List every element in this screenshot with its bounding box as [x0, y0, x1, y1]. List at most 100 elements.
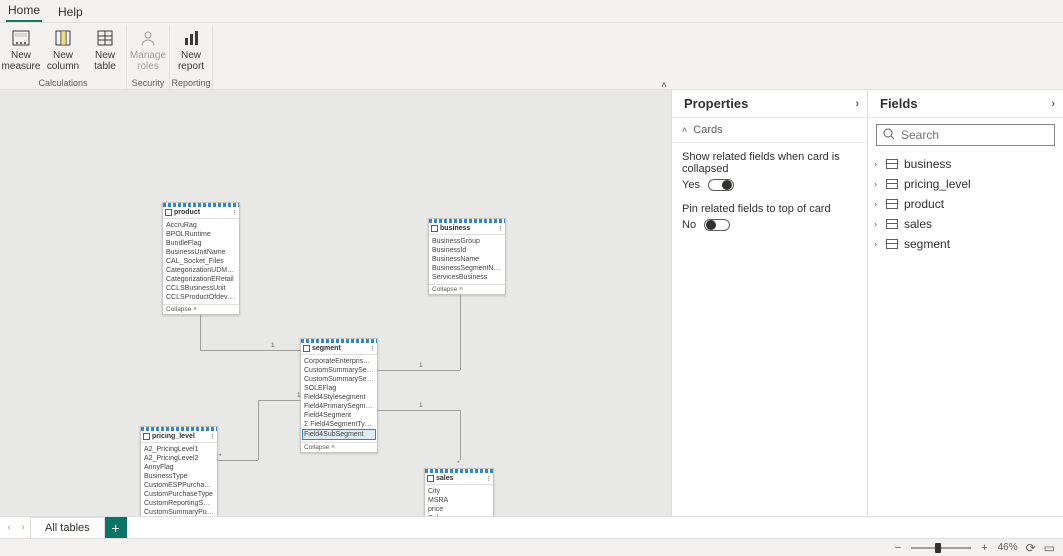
fields-title: Fields: [880, 96, 918, 111]
field-item[interactable]: Field4Stylesegment: [304, 393, 374, 402]
relationship-line[interactable]: [200, 350, 300, 351]
page-nav-next[interactable]: ›: [16, 518, 30, 538]
field-item[interactable]: BusinessUnitName: [166, 248, 236, 257]
page-nav-prev[interactable]: ‹: [2, 518, 16, 538]
field-item[interactable]: BusinessGroup: [432, 237, 502, 246]
relationship-line[interactable]: [258, 400, 259, 460]
field-item[interactable]: AccruRag: [166, 221, 236, 230]
field-item[interactable]: BundleFlag: [166, 239, 236, 248]
field-item[interactable]: Field4PrimarySegment: [304, 402, 374, 411]
card-menu-icon[interactable]: ⁝: [498, 224, 503, 233]
field-item[interactable]: City: [428, 487, 490, 496]
field-item[interactable]: Field4Segment: [304, 411, 374, 420]
card-title: business: [440, 225, 498, 232]
fields-table-item[interactable]: › pricing_level: [868, 174, 1063, 194]
zoom-out-button[interactable]: −: [893, 542, 903, 554]
field-item[interactable]: Field4SegmentTypeId: [304, 420, 374, 429]
field-item[interactable]: CategorizationERetail: [166, 275, 236, 284]
chevron-right-icon: ›: [874, 199, 882, 209]
relationship-line[interactable]: [378, 410, 460, 411]
fields-table-item[interactable]: › business: [868, 154, 1063, 174]
model-canvas[interactable]: ˄ * 1 * 1 * 1 * 1 product ⁝: [0, 90, 671, 516]
tab-help[interactable]: Help: [56, 3, 85, 22]
field-item[interactable]: CAL_Socket_Files: [166, 257, 236, 266]
toggle-pin-related[interactable]: [704, 219, 730, 231]
properties-pane: Properties › ˄ Cards Show related fields…: [671, 90, 867, 516]
relationship-line[interactable]: [378, 370, 460, 371]
tab-home[interactable]: Home: [6, 1, 42, 22]
table-card-product[interactable]: product ⁝ AccruRag BPOLRuntime BundleFla…: [162, 202, 240, 315]
add-page-button[interactable]: +: [105, 517, 127, 539]
table-card-segment[interactable]: segment ⁝ CorporateEnterpriseFlag Custom…: [300, 338, 378, 453]
roles-icon: [137, 27, 159, 49]
zoom-percent: 46%: [998, 542, 1018, 553]
fields-table-label: product: [904, 197, 944, 211]
relationship-line[interactable]: [258, 400, 300, 401]
zoom-in-button[interactable]: +: [979, 542, 989, 554]
field-item[interactable]: BPOLRuntime: [166, 230, 236, 239]
ribbon-group-security: Manage roles Security: [127, 25, 170, 89]
new-report-button[interactable]: New report: [170, 27, 212, 72]
properties-collapse-icon[interactable]: ›: [855, 98, 859, 110]
fields-table-item[interactable]: › product: [868, 194, 1063, 214]
canvas-collapse-toggle[interactable]: ˄: [661, 80, 667, 91]
new-table-button[interactable]: New table: [84, 27, 126, 72]
zoom-slider[interactable]: [911, 547, 971, 549]
field-item[interactable]: A2_PricingLevel1: [144, 445, 214, 454]
field-item[interactable]: CategorizationUDMField: [166, 266, 236, 275]
field-item[interactable]: CustomSummarySectors: [304, 366, 374, 375]
fields-pane: Fields › › business › pricing_level ›: [867, 90, 1063, 516]
fullscreen-icon[interactable]: ▭: [1044, 541, 1055, 555]
field-item[interactable]: ServicesBusiness: [432, 273, 502, 282]
table-icon: [165, 209, 172, 216]
field-item[interactable]: Field4SubSegment: [302, 429, 376, 440]
field-item[interactable]: BusinessSegmentName: [432, 264, 502, 273]
fields-table-item[interactable]: › segment: [868, 234, 1063, 254]
card-menu-icon[interactable]: ⁝: [210, 432, 215, 441]
table-icon: [886, 239, 898, 249]
fit-to-page-icon[interactable]: ⟳: [1026, 541, 1036, 555]
properties-section-label: Cards: [693, 124, 722, 136]
fields-search[interactable]: [876, 124, 1055, 146]
field-item[interactable]: BusinessName: [432, 255, 502, 264]
table-card-business[interactable]: business ⁝ BusinessGroup BusinessId Busi…: [428, 218, 506, 295]
relationship-line[interactable]: [218, 460, 258, 461]
manage-roles-button[interactable]: Manage roles: [127, 27, 169, 72]
card-menu-icon[interactable]: ⁝: [486, 474, 491, 483]
field-item[interactable]: AnnyFlag: [144, 463, 214, 472]
properties-section-cards[interactable]: ˄ Cards: [672, 118, 867, 143]
card-collapse-toggle[interactable]: Collapse ˄: [163, 304, 239, 314]
search-icon: [883, 128, 895, 143]
field-item[interactable]: A2_PricingLevel2: [144, 454, 214, 463]
card-title: sales: [436, 475, 486, 482]
field-item[interactable]: CorporateEnterpriseFlag: [304, 357, 374, 366]
fields-table-item[interactable]: › sales: [868, 214, 1063, 234]
card-collapse-toggle[interactable]: Collapse ˄: [429, 284, 505, 294]
toggle-show-related[interactable]: [708, 179, 734, 191]
new-measure-button[interactable]: New measure: [0, 27, 42, 72]
field-item[interactable]: SOLEFlag: [304, 384, 374, 393]
field-item[interactable]: CCLSBusinessUnit: [166, 284, 236, 293]
fields-collapse-icon[interactable]: ›: [1051, 98, 1055, 110]
field-item[interactable]: CustomESPPurchaseType: [144, 481, 214, 490]
field-item[interactable]: CustomSummarySegment: [304, 375, 374, 384]
new-column-button[interactable]: New column: [42, 27, 84, 72]
field-item[interactable]: BusinessType: [144, 472, 214, 481]
setting-label-show-related: Show related fields when card is collaps…: [682, 151, 857, 175]
page-tab-all-tables[interactable]: All tables: [30, 517, 105, 539]
field-item[interactable]: BusinessId: [432, 246, 502, 255]
card-collapse-toggle[interactable]: Collapse ˄: [301, 442, 377, 452]
relationship-line[interactable]: [460, 410, 461, 465]
field-item[interactable]: CustomReportingSummaryPric...: [144, 499, 214, 508]
table-icon: [886, 219, 898, 229]
card-menu-icon[interactable]: ⁝: [232, 208, 237, 217]
card-menu-icon[interactable]: ⁝: [370, 344, 375, 353]
field-item[interactable]: price: [428, 505, 490, 514]
fields-search-input[interactable]: [899, 127, 1058, 143]
fields-table-label: sales: [904, 217, 932, 231]
field-item[interactable]: MSRA: [428, 496, 490, 505]
field-item[interactable]: CCLSProductOfdevicesAndServices: [166, 293, 236, 302]
field-item[interactable]: CustomPurchaseType: [144, 490, 214, 499]
setting-label-pin-related: Pin related fields to top of card: [682, 203, 857, 215]
table-icon: [427, 475, 434, 482]
